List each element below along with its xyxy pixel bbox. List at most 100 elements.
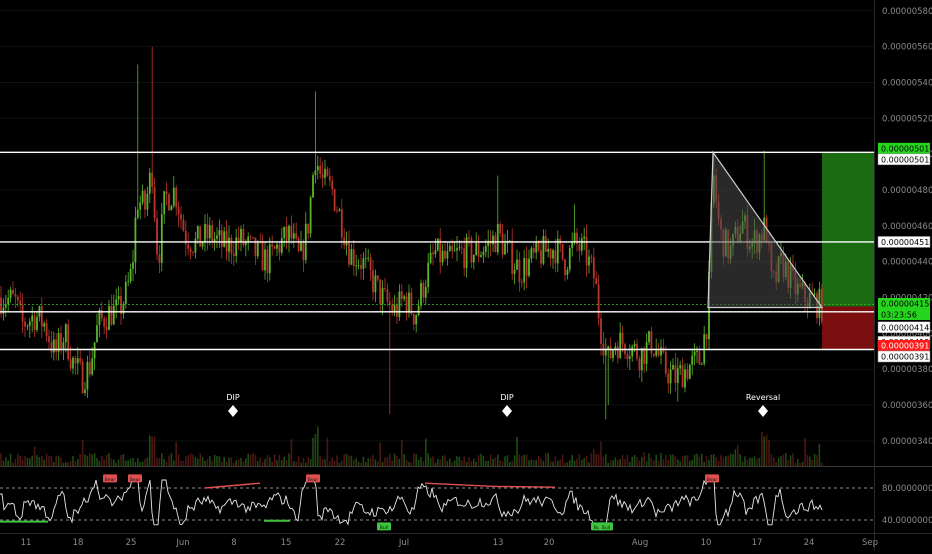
price-axis-label: 03:23:56 [881, 310, 917, 319]
volume-bar [789, 455, 792, 466]
candle-body [4, 304, 7, 308]
volume-bar [758, 457, 761, 466]
candle-body [571, 241, 574, 249]
candle-body [422, 282, 425, 298]
candle-body [84, 389, 86, 394]
candle-body [705, 334, 708, 340]
volume-bar [636, 457, 638, 466]
candle-body [652, 353, 655, 356]
volume-bar [305, 462, 307, 466]
volume-bar [367, 458, 369, 466]
candle-body [350, 249, 353, 265]
candle-body [468, 237, 470, 239]
volume-bar [192, 454, 194, 466]
candle-body [60, 332, 62, 351]
volume-bar [93, 453, 96, 466]
candle-body [655, 350, 658, 356]
volume-bar [218, 456, 221, 466]
candle-body [12, 289, 14, 294]
candle-body [554, 250, 557, 264]
volume-bar [655, 454, 657, 466]
volume-bar [597, 454, 600, 466]
volume-bar [285, 460, 288, 466]
candle-body [168, 194, 170, 211]
volume-bar [662, 459, 665, 466]
candle-body [156, 218, 158, 255]
volume-bar [249, 454, 252, 466]
candle-body [9, 289, 12, 299]
volume-bar [269, 457, 271, 466]
volume-bar [439, 459, 441, 466]
candle-body [218, 230, 221, 236]
volume-bar [600, 441, 602, 466]
volume-bar [547, 453, 549, 466]
candle-body [619, 332, 622, 359]
date-tick-label: Sep [862, 538, 878, 548]
volume-bar [633, 455, 636, 466]
volume-bar [180, 460, 182, 466]
volume-bar [283, 456, 285, 466]
candle-body [141, 190, 144, 203]
date-tick-label: 10 [701, 538, 712, 548]
candle-body [319, 165, 322, 174]
volume-bar [641, 457, 643, 466]
volume-bar [185, 456, 187, 466]
volume-bar [309, 459, 312, 466]
candle-body [220, 230, 223, 247]
volume-bar [744, 456, 746, 466]
price-axis-label: 0.00000501 [881, 144, 929, 153]
candle-body [384, 288, 386, 290]
volume-bar [132, 457, 134, 466]
candle-body [170, 205, 173, 211]
volume-bar [146, 457, 149, 466]
volume-bar [14, 458, 17, 466]
volume-bar [693, 454, 696, 466]
candle-body [160, 214, 163, 263]
volume-bar [533, 460, 535, 466]
candle-body [307, 223, 310, 234]
candle-body [175, 187, 178, 208]
candle-body [201, 242, 204, 247]
volume-bar [422, 460, 425, 466]
volume-bar [739, 454, 741, 466]
volume-bar [638, 460, 641, 466]
candle-body [280, 237, 283, 253]
candle-body [31, 315, 34, 322]
volume-bar [240, 457, 242, 466]
volume-bar [24, 455, 26, 466]
volume-bar [321, 459, 324, 466]
volume-bar [549, 461, 552, 466]
candle-body [124, 281, 127, 305]
volume-bar [511, 460, 513, 466]
rsi-signal-label: Bear [308, 477, 319, 483]
volume-bar [765, 434, 768, 466]
volume-bar [777, 457, 780, 466]
candle-body [292, 233, 295, 239]
volume-bar [410, 462, 413, 466]
candle-body [139, 202, 142, 210]
volume-bar [557, 460, 559, 466]
candle-body [261, 241, 264, 271]
volume-bar [60, 457, 62, 466]
volume-bar [799, 462, 801, 466]
volume-bar [103, 459, 105, 466]
candle-body [340, 209, 343, 238]
volume-bar [365, 462, 367, 466]
candle-body [283, 226, 286, 238]
volume-bar [151, 436, 153, 466]
candle-body [273, 246, 276, 249]
volume-bar [120, 455, 122, 466]
volume-bar [734, 449, 737, 466]
volume-bar [583, 458, 585, 466]
candle-body [249, 236, 252, 238]
volume-bar [55, 456, 57, 466]
candle-body [67, 324, 70, 360]
volume-bar [21, 459, 24, 466]
volume-bar [273, 454, 276, 466]
candle-body [434, 250, 437, 255]
volume-bar [513, 455, 516, 466]
candle-body [684, 369, 686, 388]
volume-bar [391, 460, 393, 466]
volume-bar [156, 458, 158, 466]
chart-canvas[interactable]: DIP DIP Reversal Bear Bear Bear BearBull Bull B… [0, 0, 932, 550]
